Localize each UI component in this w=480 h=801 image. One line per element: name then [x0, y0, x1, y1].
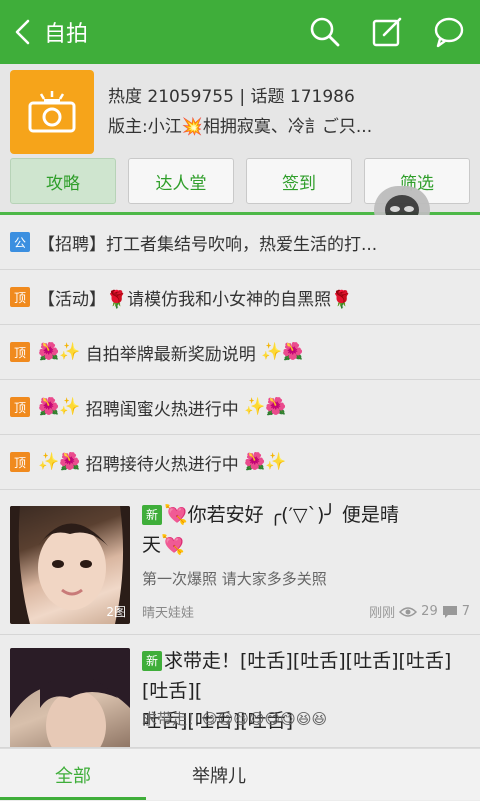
tab-sign-photo[interactable]: 举牌儿 [146, 749, 292, 801]
notice-item[interactable]: 顶 🌺✨ 招聘闺蜜火热进行中 ✨🌺 [0, 380, 480, 435]
notice-item[interactable]: 顶 🌺✨ 自拍举牌最新奖励说明 ✨🌺 [0, 325, 480, 380]
notice-text: 【活动】🌹请模仿我和小女神的自黑照🌹 [38, 289, 353, 310]
notice-badge: 顶 [10, 397, 30, 417]
comment-count: 7 [461, 604, 470, 619]
new-badge: 新 [142, 505, 162, 525]
heart-icon: 💘 [161, 534, 185, 556]
new-badge: 新 [142, 651, 162, 671]
tab-all[interactable]: 全部 [0, 749, 146, 801]
post-title-line2: 天 [142, 534, 162, 556]
comment-icon [442, 605, 457, 618]
heat-value: 21059755 [147, 87, 234, 107]
edit-button[interactable] [356, 0, 418, 64]
page-title: 自拍 [44, 22, 89, 47]
topic-value: 171986 [289, 87, 355, 107]
view-count: 29 [421, 604, 438, 619]
forum-stats: 热度 21059755 | 话题 171986 [108, 82, 355, 107]
tab-talent-hall[interactable]: 达人堂 [128, 158, 234, 204]
post-item[interactable]: 2图 新 💘你若安好 ╭(′▽`)╯ 便是晴 天💘 第一次爆照 请大家多多关照 晴… [0, 490, 480, 635]
notice-emoji: 🌺✨ [38, 397, 81, 417]
notice-item[interactable]: 公 【招聘】打工者集结号吹响，热爱生活的打... [0, 215, 480, 270]
explosion-icon: 💥 [181, 117, 203, 137]
notice-emoji: ✨🌺 [38, 452, 81, 472]
notice-text: 自拍举牌最新奖励说明 [85, 344, 256, 365]
notice-badge: 公 [10, 232, 30, 252]
moderator-line[interactable]: 版主:小江💥相拥寂寞、冷訁ご只... [108, 112, 414, 137]
notice-emoji: 🌺✨ [38, 342, 81, 362]
post-author[interactable]: 晴天娃娃 [142, 602, 194, 621]
stats-divider: | [239, 87, 246, 107]
back-arrow-icon [15, 19, 30, 45]
notice-item[interactable]: 顶 【活动】🌹请模仿我和小女神的自黑照🌹 [0, 270, 480, 325]
camera-icon [28, 91, 76, 133]
back-button[interactable] [0, 0, 44, 64]
notice-emoji: 🌺✨ [244, 452, 287, 472]
post-title-line1: 求带走！[吐舌][吐舌][吐舌][吐舌][吐舌][ [142, 650, 452, 702]
notice-text: 【招聘】打工者集结号吹响，热爱生活的打... [38, 234, 378, 255]
post-item[interactable]: 新求带走！[吐舌][吐舌][吐舌][吐舌][吐舌][ 吐舌][吐舌][吐舌] 求… [0, 636, 480, 748]
notice-badge: 顶 [10, 287, 30, 307]
tab-guide[interactable]: 攻略 [10, 158, 116, 204]
search-button[interactable] [294, 0, 356, 64]
post-time: 刚刚 [369, 606, 396, 621]
search-icon [310, 17, 340, 47]
heart-icon: 💘 [164, 504, 188, 526]
notice-badge: 顶 [10, 452, 30, 472]
topic-label: 话题 [250, 87, 285, 107]
notice-item[interactable]: 顶 ✨🌺 招聘接待火热进行中 🌺✨ [0, 435, 480, 490]
notice-text: 招聘闺蜜火热进行中 [85, 399, 239, 420]
forum-avatar [10, 70, 94, 154]
heat-label: 热度 [108, 87, 142, 107]
post-title: 新 💘你若安好 ╭(′▽`)╯ 便是晴 天💘 [142, 500, 472, 560]
notice-badge: 顶 [10, 342, 30, 362]
top-bar: 自拍 [0, 0, 480, 64]
post-thumbnail[interactable] [10, 648, 130, 747]
notice-text: 招聘接待火热进行中 [85, 454, 239, 475]
notice-emoji: ✨🌺 [244, 397, 287, 417]
post-thumbnail[interactable]: 2图 [10, 506, 130, 624]
post-title-line1: 你若安好 ╭(′▽`)╯ 便是晴 [187, 504, 399, 526]
edit-icon [372, 17, 402, 47]
message-button[interactable] [418, 0, 480, 64]
post-meta: 刚刚 29 7 [369, 602, 470, 621]
post-subtitle: 求带走！😋😋😋😋😋😋😆😆 [142, 710, 328, 728]
post-subtitle: 第一次爆照 请大家多多关照 [142, 570, 327, 588]
tab-checkin[interactable]: 签到 [246, 158, 352, 204]
notice-list: 公 【招聘】打工者集结号吹响，热爱生活的打... 顶 【活动】🌹请模仿我和小女神… [0, 215, 480, 490]
notice-emoji: ✨🌺 [261, 342, 304, 362]
eye-icon [399, 606, 418, 617]
moderator-prefix: 版主:小江 [108, 117, 182, 137]
bottom-tab-bar: 全部 举牌儿 [0, 748, 480, 800]
moderator-names: 相拥寂寞、冷訁ご只... [202, 117, 373, 137]
image-count: 2图 [106, 605, 126, 619]
portrait-image [10, 648, 130, 747]
message-icon [434, 17, 464, 48]
